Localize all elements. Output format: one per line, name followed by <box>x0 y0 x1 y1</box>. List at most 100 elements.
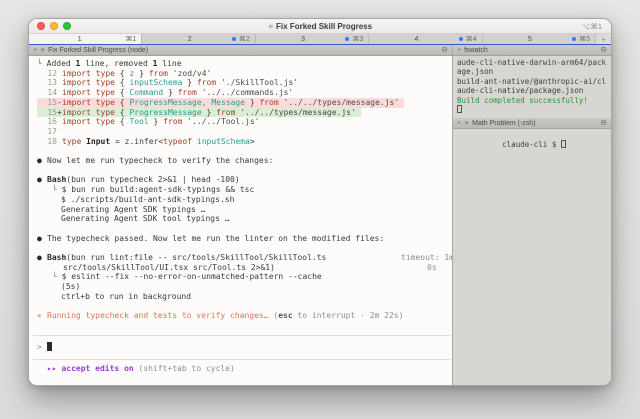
pane-activity-icon: ✳ <box>464 120 469 127</box>
text-segment: The typecheck passed. Now let me run the… <box>47 234 384 243</box>
text-segment: { <box>115 69 129 78</box>
text-segment: '../../commands.js' <box>197 88 293 97</box>
text-segment: (shift+tab to cycle) <box>134 364 235 373</box>
terminal-window: ✳ Fix Forked Skill Progress ⌥⌘1 1⌘12⌘23⌘… <box>28 18 612 386</box>
desktop: ✳ Fix Forked Skill Progress ⌥⌘1 1⌘12⌘23⌘… <box>0 0 640 419</box>
text-segment: Now let me run typecheck to verify the c… <box>47 156 273 165</box>
text-segment: line, removed <box>80 59 152 68</box>
hollow-cursor <box>561 140 566 148</box>
pane-close-icon[interactable]: × <box>33 47 37 54</box>
pane-activity-icon: ✳ <box>40 47 45 54</box>
terminal-line: Generating Agent SDK tool typings … <box>61 214 448 224</box>
titlebar-shortcut: ⌥⌘1 <box>582 22 602 31</box>
text-segment: from <box>178 88 197 97</box>
tab-shortcut: ⌘4 <box>466 35 477 43</box>
diff-sign <box>57 127 62 137</box>
text-segment: '../../Tool.js' <box>182 117 259 126</box>
watch-path-line: age.json <box>457 67 611 76</box>
tab-4[interactable]: 4⌘4 <box>369 34 482 44</box>
tab-shortcut: ⌘3 <box>352 35 363 43</box>
text-segment: import type <box>62 78 115 87</box>
terminal-line: (5s) <box>61 282 448 292</box>
tab-5[interactable]: 5⌘5 <box>483 34 596 44</box>
prompt-input[interactable]: > <box>37 340 448 355</box>
pane-close-icon[interactable]: × <box>457 120 461 127</box>
text-segment: (bun run lint:file -- src/tools/SkillToo… <box>66 253 326 262</box>
math-shell-output[interactable]: claude-cli $ <box>453 129 611 386</box>
line-number: 12 <box>37 69 57 79</box>
pane-close-icon[interactable]: × <box>457 47 461 54</box>
text-segment: from <box>259 98 278 107</box>
text-segment: } <box>134 69 148 78</box>
tab-number: 1 <box>34 36 126 43</box>
text-segment: $ bun run build:agent-sdk-typings && tsc <box>62 185 255 194</box>
text-segment: } <box>149 117 163 126</box>
terminal-line: 16 import type { Tool } from '../../Tool… <box>37 117 448 127</box>
line-number: 14 <box>37 88 57 98</box>
corner-icon: └ <box>52 185 62 194</box>
tab-activity-dot <box>345 37 349 41</box>
terminal-line <box>37 146 448 156</box>
line-number: 15 <box>37 98 57 108</box>
pane-title: Fix Forked Skill Progress (node) <box>48 47 148 54</box>
text-segment: esc <box>278 311 292 320</box>
bullet-icon: ● <box>37 156 47 166</box>
text-segment: } <box>202 108 216 117</box>
line-number: 16 <box>37 117 57 127</box>
text-segment: = z.infer< <box>110 137 163 146</box>
terminal-line: ●Bash(bun run typecheck 2>&1 | head -100… <box>37 175 448 185</box>
line-number: 13 <box>37 78 57 88</box>
text-segment: from <box>149 69 168 78</box>
text-segment: Generating Agent SDK typings … <box>61 205 206 214</box>
tab-3[interactable]: 3 ⌘3 <box>256 34 369 44</box>
text-segment: > <box>250 137 255 146</box>
watch-path-line: aude-cli-native/package.json <box>457 86 611 95</box>
divider <box>33 335 451 336</box>
pane-title: fswatch <box>464 47 488 54</box>
tab-shortcut: ⌘1 <box>126 35 137 43</box>
build-success-line: Build completed successfully! <box>457 96 611 105</box>
fswatch-output[interactable]: aude-cli-native-darwin-arm64/package.jso… <box>453 56 611 118</box>
shell-prompt: claude-cli $ <box>502 140 561 149</box>
new-tab-button[interactable]: + <box>596 34 611 44</box>
terminal-line: 17 <box>37 127 448 137</box>
tab-number: 3 <box>261 36 346 43</box>
tab-shortcut: ⌘2 <box>239 35 250 43</box>
pane-collapse-icon[interactable]: ⊖ <box>441 46 448 54</box>
text-segment: { <box>115 78 129 87</box>
text-segment: inputSchema <box>197 137 250 146</box>
text-segment: Added <box>47 59 76 68</box>
terminal-line: ●Bash(bun run lint:file -- src/tools/Ski… <box>37 253 448 263</box>
fswatch-pane-header: × fswatch ⊖ <box>453 45 611 56</box>
math-pane-header: × ✳ Math Problem (-zsh) ⊖ <box>453 118 611 129</box>
bullet-icon: ● <box>37 253 47 263</box>
text-segment: ProgressMessage, Message <box>129 98 245 107</box>
text-segment: { <box>115 117 129 126</box>
meta-column: 0s <box>427 263 437 273</box>
line-number: 15 <box>37 108 57 118</box>
text-segment: { <box>115 98 129 107</box>
text-segment: inputSchema <box>129 78 182 87</box>
pane-collapse-icon[interactable]: ⊖ <box>600 119 607 127</box>
text-segment: ctrl+b to run in background <box>61 292 191 301</box>
text-segment: to interrupt · 2m 22s) <box>293 311 404 320</box>
tab-1[interactable]: 1⌘1 <box>29 34 142 44</box>
text-segment: Bash <box>47 253 66 262</box>
terminal-line: 12 import type { z } from 'zod/v4' <box>37 69 448 79</box>
tab-bar: 1⌘12⌘23⌘34⌘45⌘5+ <box>29 34 611 45</box>
text-segment: 'zod/v4' <box>168 69 211 78</box>
terminal-line <box>37 224 448 234</box>
terminal-line: Generating Agent SDK typings … <box>61 205 448 215</box>
bullet-icon: ● <box>37 175 47 185</box>
terminal-line: ▸▸ accept edits on (shift+tab to cycle) <box>47 364 448 374</box>
pane-collapse-icon[interactable]: ⊖ <box>600 46 607 54</box>
tab-2[interactable]: 2⌘2 <box>142 34 255 44</box>
window-title-text: Fix Forked Skill Progress <box>276 22 372 31</box>
text-segment: '../../types/message.js' <box>235 108 355 117</box>
text-segment: } <box>182 78 196 87</box>
watch-path-line: build-ant-native/@anthropic-ai/cl <box>457 77 611 86</box>
text-segment: { <box>115 108 129 117</box>
terminal-output[interactable]: └ Added 1 line, removed 1 line12 import … <box>29 56 452 386</box>
text-segment: ▸▸ accept edits on <box>47 364 134 373</box>
text-segment: } <box>245 98 259 107</box>
